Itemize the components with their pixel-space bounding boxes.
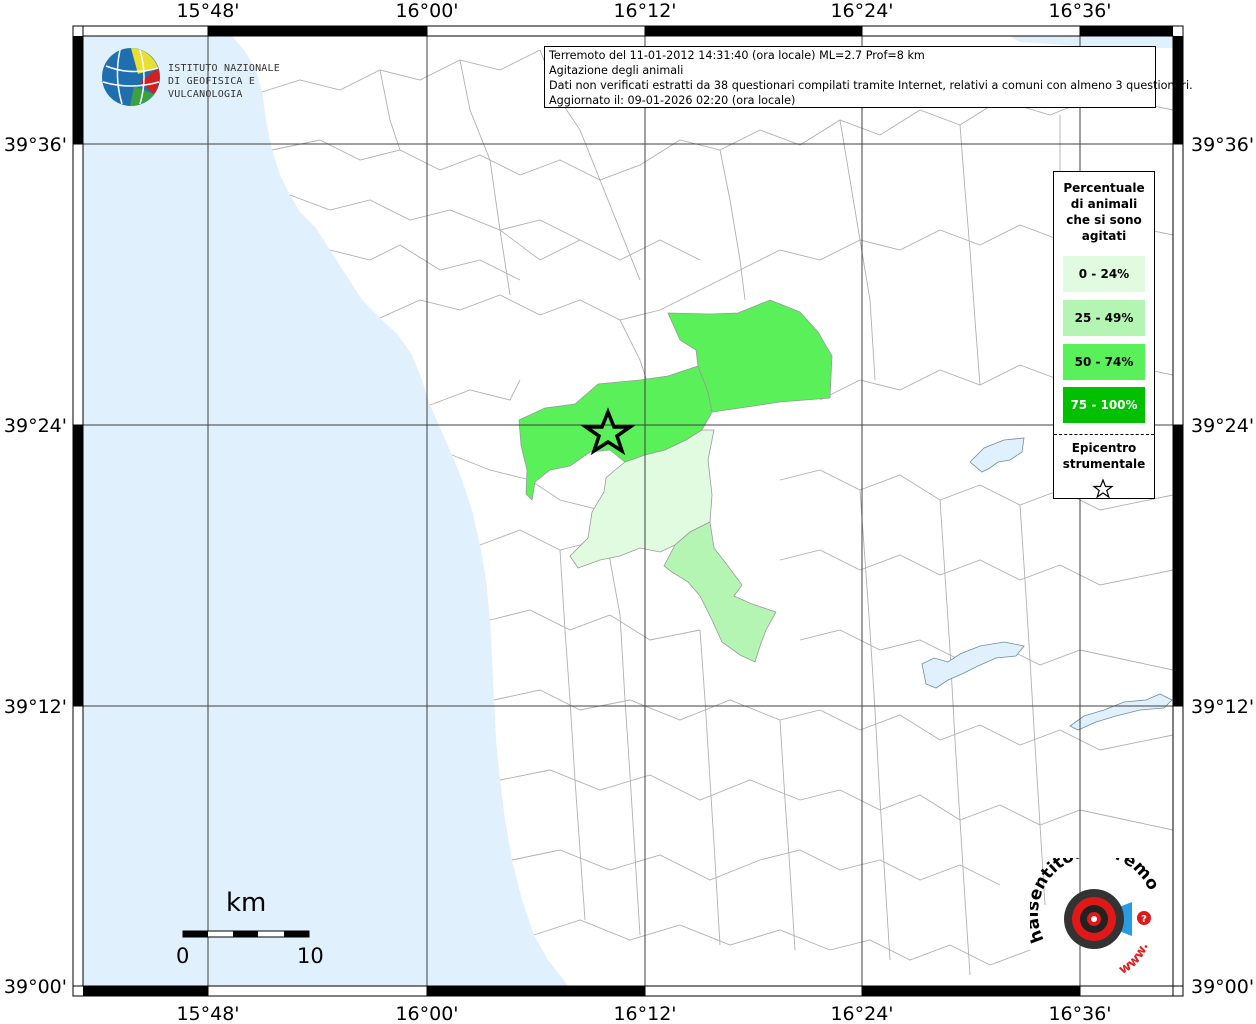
globe-icon bbox=[102, 48, 160, 107]
bottom-tick-label: 16°12' bbox=[613, 1003, 676, 1024]
left-tick-label: 39°36' bbox=[4, 134, 67, 156]
top-tick-label: 15°48' bbox=[176, 0, 239, 22]
scale-end: 10 bbox=[297, 944, 324, 968]
map-subject: Agitazione degli animali bbox=[549, 64, 684, 77]
right-tick-label: 39°00' bbox=[1191, 976, 1254, 998]
bottom-tick-labels: 15°48' 16°00' 16°12' 16°24' 16°36' bbox=[176, 1003, 1111, 1024]
update-time: Aggiornato il: 09-01-2026 02:20 (ora loc… bbox=[549, 94, 796, 107]
legend-epicenter-label: Epicentro strumentale bbox=[1054, 440, 1154, 472]
top-tick-labels: 15°48' 16°00' 16°12' 16°24' 16°36' bbox=[176, 0, 1111, 22]
hai-sentito-www: www. bbox=[1116, 941, 1151, 978]
legend-class-50-74: 50 - 74% bbox=[1063, 344, 1145, 380]
ingv-name: ISTITUTO NAZIONALE DI GEOFISICA E VULCAN… bbox=[168, 62, 320, 101]
left-tick-label: 39°12' bbox=[4, 696, 67, 718]
ingv-logo: ISTITUTO NAZIONALE DI GEOFISICA E VULCAN… bbox=[100, 46, 320, 110]
right-tick-label: 39°12' bbox=[1191, 696, 1254, 718]
right-tick-labels: 39°36' 39°24' 39°12' 39°00' bbox=[1191, 134, 1254, 998]
bottom-tick-label: 15°48' bbox=[176, 1003, 239, 1024]
bottom-tick-label: 16°24' bbox=[830, 1003, 893, 1024]
legend-title-line: agitati bbox=[1081, 229, 1127, 243]
legend-class-25-49: 25 - 49% bbox=[1063, 300, 1145, 336]
left-tick-labels: 39°36' 39°24' 39°12' 39°00' bbox=[4, 134, 67, 998]
top-tick-label: 16°36' bbox=[1048, 0, 1111, 22]
legend-title-line: di animali bbox=[1070, 197, 1138, 211]
top-tick-label: 16°00' bbox=[395, 0, 458, 22]
ingv-line1: ISTITUTO NAZIONALE bbox=[168, 63, 280, 74]
ingv-line2: DI GEOFISICA E VULCANOLOGIA bbox=[168, 76, 256, 100]
bottom-tick-label: 16°36' bbox=[1048, 1003, 1111, 1024]
legend-epicenter-line: strumentale bbox=[1062, 457, 1146, 471]
top-tick-label: 16°24' bbox=[830, 0, 893, 22]
legend-class-75-100: 75 - 100% bbox=[1063, 387, 1145, 423]
left-tick-label: 39°00' bbox=[4, 976, 67, 998]
data-note: Dati non verificati estratti da 38 quest… bbox=[549, 79, 1193, 92]
target-speaker-icon: ? bbox=[1064, 889, 1151, 949]
scale-bar bbox=[182, 930, 310, 938]
svg-text:?: ? bbox=[1141, 914, 1147, 925]
left-tick-label: 39°24' bbox=[4, 415, 67, 437]
legend-class-0-24: 0 - 24% bbox=[1063, 256, 1145, 292]
right-tick-label: 39°24' bbox=[1191, 415, 1254, 437]
event-info-box: Terremoto del 11-01-2012 14:31:40 (ora l… bbox=[544, 46, 1193, 108]
legend-title-line: Percentuale bbox=[1063, 181, 1145, 195]
scale-start: 0 bbox=[176, 944, 190, 968]
legend: Percentuale di animali che si sono agita… bbox=[1053, 171, 1155, 499]
legend-epicenter-line: Epicentro bbox=[1071, 441, 1137, 455]
legend-title-line: che si sono bbox=[1066, 213, 1142, 227]
top-tick-label: 16°12' bbox=[613, 0, 676, 22]
legend-star-icon bbox=[1092, 478, 1114, 499]
right-tick-label: 39°36' bbox=[1191, 134, 1254, 156]
event-title: Terremoto del 11-01-2012 14:31:40 (ora l… bbox=[549, 49, 925, 62]
legend-divider bbox=[1054, 434, 1154, 435]
scale-unit: km bbox=[226, 888, 267, 918]
legend-title: Percentuale di animali che si sono agita… bbox=[1054, 180, 1154, 244]
hai-sentito-logo: haisentitoilterremoto.it www. ? bbox=[1030, 858, 1163, 978]
bottom-tick-label: 16°00' bbox=[395, 1003, 458, 1024]
